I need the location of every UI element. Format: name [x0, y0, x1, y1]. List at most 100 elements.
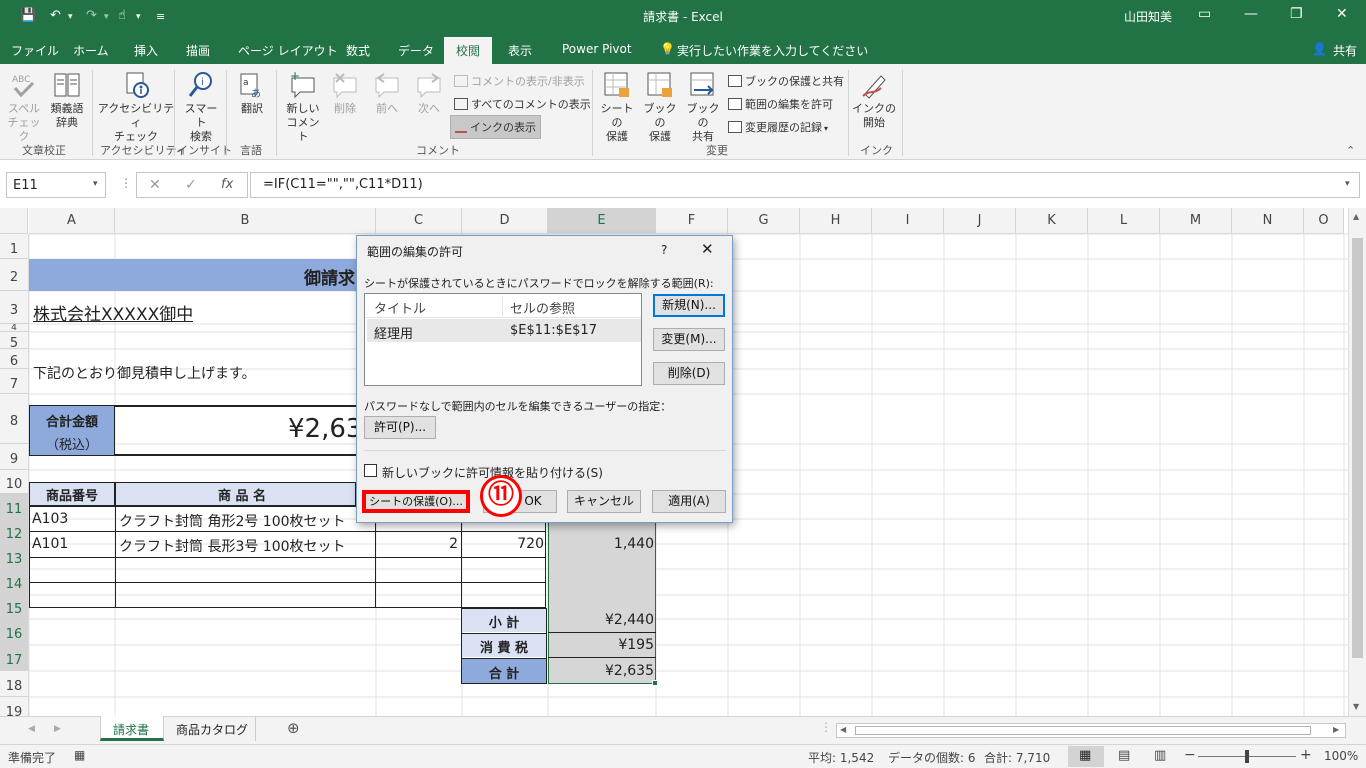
normal-view-button[interactable]: ▦ [1068, 746, 1104, 767]
intro-note[interactable]: 下記のとおり御見積申し上げます。 [33, 363, 256, 383]
tab-insert[interactable]: 挿入 [134, 42, 158, 59]
row11-code[interactable]: A103 [32, 511, 68, 527]
zoom-slider-thumb[interactable] [1245, 750, 1249, 763]
ribbon: ABC スペル チェック 類義語 辞典 文章校正 アクセシビリティ チェック アクセシ… [0, 64, 1366, 160]
tab-view[interactable]: 表示 [508, 42, 532, 59]
tax-value[interactable]: ¥195 [548, 637, 654, 653]
column-ref[interactable]: セルの参照 [510, 298, 575, 317]
cancel-button[interactable]: キャンセル [567, 490, 641, 513]
insert-function-icon[interactable]: fx [221, 177, 233, 192]
zoom-in-icon[interactable]: + [1300, 747, 1312, 763]
ribbon-options-icon[interactable]: ▭ [1198, 6, 1211, 22]
chevron-down-icon[interactable]: ▾ [93, 179, 98, 189]
row12-name[interactable]: クラフト封筒 長形3号 100枚セット [119, 536, 346, 556]
scroll-down-icon[interactable]: ▼ [1353, 702, 1359, 711]
enter-icon[interactable]: ✓ [185, 177, 197, 193]
protect-sheet-button[interactable]: シートの 保護 [596, 70, 638, 144]
tab-page-layout[interactable]: ページ レイアウト [238, 42, 338, 59]
new-range-button[interactable]: 新規(N)... [653, 294, 725, 317]
status-count[interactable]: データの個数: 6 [888, 749, 976, 766]
row12-price[interactable]: 720 [462, 536, 544, 552]
dialog-help-button[interactable]: ? [661, 243, 667, 257]
zoom-level[interactable]: 100% [1324, 749, 1358, 763]
restore-icon[interactable]: ❐ [1290, 6, 1303, 22]
allow-edit-ranges-button[interactable]: 範囲の編集を許可 [728, 96, 833, 112]
protect-sheet-dialog-button[interactable]: シートの保護(O)... [362, 490, 470, 513]
expand-formula-icon[interactable]: ▾ [1345, 179, 1350, 189]
accessibility-check-button[interactable]: アクセシビリティ チェック [96, 70, 176, 144]
spell-check-button[interactable]: ABC スペル チェック [4, 70, 44, 144]
sheet-tab-catalog[interactable]: 商品カタログ [166, 716, 256, 741]
modify-range-button[interactable]: 変更(M)... [653, 328, 725, 351]
dialog-close-icon[interactable]: ✕ [701, 240, 714, 258]
delete-range-button[interactable]: 削除(D) [653, 362, 725, 385]
row12-amount[interactable]: 1,440 [548, 536, 654, 552]
ribbon-separator [848, 70, 849, 156]
user-name[interactable]: 山田知美 [1124, 8, 1172, 25]
subtotal-value[interactable]: ¥2,440 [548, 612, 654, 628]
vertical-scrollbar[interactable]: ▲ ▼ [1348, 208, 1366, 716]
status-average[interactable]: 平均: 1,542 [808, 749, 874, 766]
tab-review[interactable]: 校閲 [444, 37, 493, 64]
horizontal-scrollbar[interactable]: ◀ ▶ [836, 723, 1346, 738]
fill-handle[interactable] [652, 680, 658, 686]
protect-workbook-button[interactable]: ブックの 保護 [639, 70, 681, 144]
translate-icon: aあ [240, 73, 261, 100]
row11-name[interactable]: クラフト封筒 角形2号 100枚セット [119, 511, 346, 531]
company-name[interactable]: 株式会社XXXXX御中 [33, 300, 193, 325]
ink-icon [455, 121, 467, 133]
name-box[interactable]: E11 ▾ [6, 172, 106, 198]
tab-home[interactable]: ホーム [73, 42, 109, 59]
next-comment-button[interactable]: 次へ [410, 70, 448, 116]
close-icon[interactable]: ✕ [1336, 6, 1348, 22]
tab-power-pivot[interactable]: Power Pivot [562, 42, 632, 56]
show-ink-button[interactable]: インクの表示 [450, 115, 541, 139]
scroll-thumb[interactable] [1352, 238, 1363, 658]
thesaurus-button[interactable]: 類義語 辞典 [46, 70, 88, 130]
sheet-tab-invoice[interactable]: 請求書 [100, 716, 164, 741]
apply-button[interactable]: 適用(A) [652, 490, 726, 513]
previous-comment-button[interactable]: 前へ [368, 70, 406, 116]
track-changes-button[interactable]: 変更履歴の記録 ▾ [728, 119, 828, 135]
formula-input[interactable]: =IF(C11="","",C11*D11) ▾ [250, 172, 1360, 198]
column-title[interactable]: タイトル [374, 298, 426, 317]
tab-file[interactable]: ファイル [11, 42, 59, 59]
scroll-left-icon[interactable]: ◀ [840, 725, 846, 734]
zoom-out-icon[interactable]: − [1184, 747, 1196, 763]
page-layout-view-icon[interactable]: ▤ [1118, 748, 1130, 763]
scroll-right-icon[interactable]: ▶ [1333, 725, 1339, 734]
row12-code[interactable]: A101 [32, 536, 68, 552]
tab-draw[interactable]: 描画 [186, 42, 210, 59]
scroll-up-icon[interactable]: ▲ [1353, 212, 1359, 221]
macro-record-icon[interactable]: ▦ [74, 748, 85, 762]
new-comment-button[interactable]: + 新しい コメント [282, 70, 324, 144]
horizontal-scroll-thumb[interactable] [855, 726, 1311, 735]
add-sheet-icon[interactable]: ⊕ [287, 719, 300, 737]
collapse-ribbon-icon[interactable]: ⌃ [1346, 144, 1355, 157]
status-sum[interactable]: 合計: 7,710 [984, 749, 1050, 766]
scroll-tabs-right-icon[interactable]: ▶ [54, 724, 61, 734]
scroll-tabs-left-icon[interactable]: ◀ [28, 724, 35, 734]
paste-permissions-checkbox[interactable] [364, 464, 377, 477]
show-hide-comment-button[interactable]: コメントの表示/非表示 [454, 73, 585, 89]
permissions-button[interactable]: 許可(P)... [364, 416, 436, 439]
cancel-icon[interactable]: ✕ [149, 177, 161, 193]
ranges-list[interactable]: タイトル セルの参照 経理用 $E$11:$E$17 [364, 293, 642, 386]
invoice-title[interactable]: 御請求 [304, 264, 355, 289]
translate-button[interactable]: aあ 翻訳 [232, 70, 272, 116]
share-workbook-button[interactable]: ブックの 共有 [682, 70, 724, 144]
start-inking-button[interactable]: インクの 開始 [852, 70, 896, 130]
page-break-view-icon[interactable]: ▥ [1154, 748, 1166, 763]
show-all-comments-button[interactable]: すべてのコメントの表示 [454, 96, 591, 112]
delete-comment-button[interactable]: 削除 [326, 70, 364, 116]
tab-data[interactable]: データ [398, 42, 434, 59]
minimize-icon[interactable]: — [1244, 6, 1258, 22]
group-comments: コメント [416, 144, 460, 157]
grand-total-value[interactable]: ¥2,635 [548, 663, 654, 679]
tab-formulas[interactable]: 数式 [346, 42, 370, 59]
protect-share-workbook-button[interactable]: ブックの保護と共有 [728, 73, 844, 89]
smart-lookup-button[interactable]: i スマート 検索 [180, 70, 222, 144]
row12-qty[interactable]: 2 [376, 536, 458, 552]
tell-me-input[interactable]: 実行したい作業を入力してください [677, 42, 868, 59]
share-button[interactable]: 共有 [1333, 42, 1357, 59]
